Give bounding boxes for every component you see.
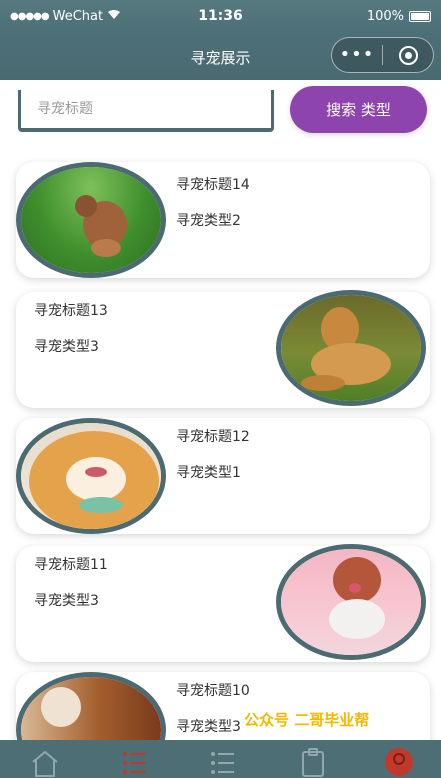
shiba-inu-image: [21, 423, 161, 529]
mini-program-capsule: •••: [331, 37, 434, 73]
tab-home[interactable]: [30, 748, 60, 778]
tab-clipboard[interactable]: [298, 748, 328, 778]
more-icon[interactable]: •••: [332, 38, 382, 72]
poodle-grass-image: [21, 167, 161, 273]
clipboard-icon: [302, 748, 324, 777]
card-title: 寻宠标题12: [176, 429, 250, 445]
search-box: [18, 90, 274, 132]
card-type: 寻宠类型2: [176, 213, 241, 229]
search-input[interactable]: [21, 90, 271, 128]
pet-card[interactable]: 寻宠标题13 寻宠类型3: [16, 290, 430, 408]
search-type-button[interactable]: 搜索 类型: [290, 86, 427, 133]
battery-label: 100%: [366, 9, 404, 24]
pet-card[interactable]: 寻宠标题14 寻宠类型2: [16, 162, 430, 278]
pet-image: [16, 418, 166, 534]
status-right: 100%: [367, 9, 431, 24]
tab-list[interactable]: [208, 748, 238, 778]
card-type: 寻宠类型3: [34, 339, 99, 355]
card-type: 寻宠类型3: [34, 593, 99, 609]
pet-image: [276, 290, 426, 406]
home-icon: [32, 750, 58, 777]
tab-bar: [0, 740, 441, 778]
list-icon: [211, 752, 234, 774]
card-type: 寻宠类型3: [176, 719, 241, 735]
list-icon: [123, 752, 146, 774]
target-icon: [398, 45, 418, 65]
pet-card[interactable]: 寻宠标题11 寻宠类型3: [16, 544, 430, 662]
pet-image: [16, 162, 166, 278]
nav-bar: 寻宠展示 •••: [0, 34, 441, 80]
card-title: 寻宠标题10: [176, 683, 250, 699]
status-bar: ●●●●● WeChat 11:36 100%: [0, 0, 441, 34]
close-capsule-button[interactable]: [383, 45, 433, 65]
card-title: 寻宠标题14: [176, 177, 250, 193]
watermark-text: 公众号 二哥毕业帮: [244, 711, 370, 729]
card-title: 寻宠标题11: [34, 557, 108, 573]
card-title: 寻宠标题13: [34, 303, 108, 319]
tab-profile[interactable]: [384, 746, 414, 776]
battery-icon: [409, 11, 431, 22]
golden-retriever-image: [281, 295, 421, 401]
pet-card[interactable]: 寻宠标题12 寻宠类型1: [16, 418, 430, 534]
poodle-pink-shirt-image: [281, 549, 421, 655]
pet-image: [276, 544, 426, 660]
tab-list-active[interactable]: [120, 748, 150, 778]
profile-icon: [385, 748, 413, 776]
card-type: 寻宠类型1: [176, 465, 241, 481]
